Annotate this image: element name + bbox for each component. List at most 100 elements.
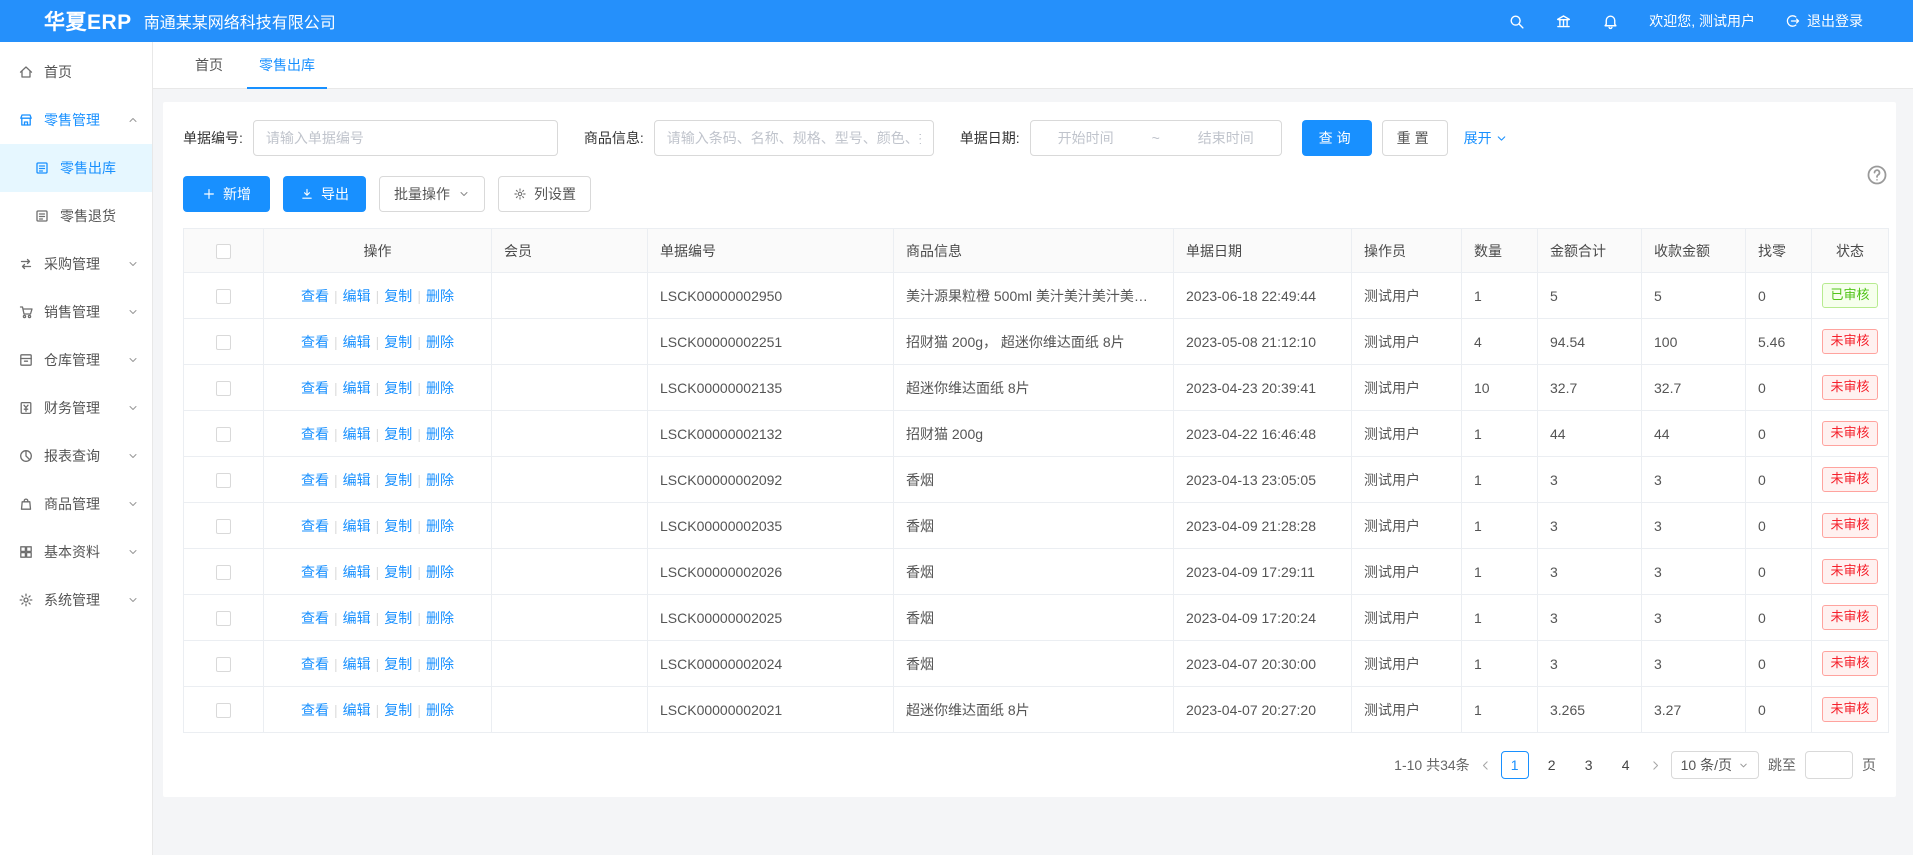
row-action-copy-link[interactable]: 复制	[384, 564, 412, 580]
row-action-view-link[interactable]: 查看	[301, 610, 329, 626]
row-action-edit-link[interactable]: 编辑	[343, 334, 371, 350]
notifications-icon[interactable]	[1602, 13, 1619, 30]
page-number-2[interactable]: 2	[1538, 751, 1566, 779]
row-action-view-link[interactable]: 查看	[301, 656, 329, 672]
tab-1[interactable]: 首页	[177, 42, 241, 88]
row-checkbox[interactable]	[216, 427, 231, 442]
row-action-delete-link[interactable]: 删除	[426, 518, 454, 534]
row-action-copy-link[interactable]: 复制	[384, 472, 412, 488]
row-action-edit-link[interactable]: 编辑	[343, 426, 371, 442]
row-actions-cell: 查看|编辑|复制|删除	[264, 365, 492, 411]
row-action-view-link[interactable]: 查看	[301, 564, 329, 580]
export-button[interactable]: 导出	[283, 176, 366, 212]
row-action-delete-link[interactable]: 删除	[426, 288, 454, 304]
date-cell: 2023-04-07 20:30:00	[1174, 641, 1352, 687]
row-checkbox[interactable]	[216, 519, 231, 534]
logout-button[interactable]: 退出登录	[1785, 11, 1863, 31]
row-action-view-link[interactable]: 查看	[301, 472, 329, 488]
sidebar-item-1[interactable]: 首页	[0, 48, 152, 96]
row-action-edit-link[interactable]: 编辑	[343, 610, 371, 626]
row-action-view-link[interactable]: 查看	[301, 380, 329, 396]
row-action-edit-link[interactable]: 编辑	[343, 380, 371, 396]
row-checkbox[interactable]	[216, 381, 231, 396]
expand-link[interactable]: 展开	[1464, 128, 1508, 148]
search-button[interactable]: 查询	[1302, 120, 1372, 156]
page-size-select[interactable]: 10 条/页	[1671, 751, 1759, 779]
row-action-edit-link[interactable]: 编辑	[343, 288, 371, 304]
row-action-copy-link[interactable]: 复制	[384, 380, 412, 396]
row-action-delete-link[interactable]: 删除	[426, 610, 454, 626]
row-action-delete-link[interactable]: 删除	[426, 380, 454, 396]
row-checkbox[interactable]	[216, 611, 231, 626]
sidebar-item-9[interactable]: 报表查询	[0, 432, 152, 480]
row-action-edit-link[interactable]: 编辑	[343, 656, 371, 672]
row-action-view-link[interactable]: 查看	[301, 702, 329, 718]
row-action-copy-link[interactable]: 复制	[384, 426, 412, 442]
row-action-view-link[interactable]: 查看	[301, 334, 329, 350]
qty-cell: 1	[1462, 549, 1538, 595]
status-badge: 未审核	[1822, 421, 1877, 446]
status-cell: 未审核	[1812, 319, 1889, 365]
sidebar-item-5[interactable]: 采购管理	[0, 240, 152, 288]
bill-date-label: 单据日期:	[960, 128, 1020, 148]
page-number-4[interactable]: 4	[1612, 751, 1640, 779]
sidebar-item-2[interactable]: 零售管理	[0, 96, 152, 144]
sidebar-item-10[interactable]: 商品管理	[0, 480, 152, 528]
bill-no-input[interactable]	[253, 120, 558, 156]
row-action-copy-link[interactable]: 复制	[384, 610, 412, 626]
row-action-view-link[interactable]: 查看	[301, 288, 329, 304]
add-button[interactable]: 新增	[183, 176, 270, 212]
row-action-edit-link[interactable]: 编辑	[343, 702, 371, 718]
chevron-down-icon	[127, 594, 139, 606]
row-action-copy-link[interactable]: 复制	[384, 702, 412, 718]
tab-2[interactable]: 零售出库	[241, 42, 333, 88]
row-action-edit-link[interactable]: 编辑	[343, 518, 371, 534]
jump-to-page-input[interactable]	[1805, 751, 1853, 779]
row-checkbox[interactable]	[216, 565, 231, 580]
sidebar-item-12[interactable]: 系统管理	[0, 576, 152, 624]
sidebar-item-6[interactable]: 销售管理	[0, 288, 152, 336]
column-header: 状态	[1812, 229, 1889, 273]
sidebar-item-8[interactable]: 财务管理	[0, 384, 152, 432]
action-separator: |	[376, 656, 380, 672]
platform-icon[interactable]	[1555, 13, 1572, 30]
select-all-checkbox[interactable]	[216, 244, 231, 259]
help-icon[interactable]	[1866, 164, 1888, 186]
status-cell: 未审核	[1812, 595, 1889, 641]
sidebar-item-3[interactable]: 零售出库	[0, 144, 152, 192]
page-number-1[interactable]: 1	[1501, 751, 1529, 779]
row-action-copy-link[interactable]: 复制	[384, 334, 412, 350]
row-checkbox[interactable]	[216, 473, 231, 488]
row-checkbox[interactable]	[216, 657, 231, 672]
sidebar-item-11[interactable]: 基本资料	[0, 528, 152, 576]
row-action-edit-link[interactable]: 编辑	[343, 472, 371, 488]
search-icon[interactable]	[1508, 13, 1525, 30]
row-checkbox[interactable]	[216, 289, 231, 304]
row-action-edit-link[interactable]: 编辑	[343, 564, 371, 580]
page-number-3[interactable]: 3	[1575, 751, 1603, 779]
row-action-delete-link[interactable]: 删除	[426, 426, 454, 442]
row-action-copy-link[interactable]: 复制	[384, 656, 412, 672]
column-settings-button[interactable]: 列设置	[498, 176, 591, 212]
row-action-copy-link[interactable]: 复制	[384, 288, 412, 304]
prev-page-icon[interactable]	[1479, 759, 1492, 772]
date-range-picker[interactable]: 开始时间 ~ 结束时间	[1030, 120, 1282, 156]
row-select-cell	[184, 273, 264, 319]
reset-button[interactable]: 重置	[1382, 120, 1448, 156]
sidebar-item-7[interactable]: 仓库管理	[0, 336, 152, 384]
row-checkbox[interactable]	[216, 335, 231, 350]
row-action-delete-link[interactable]: 删除	[426, 564, 454, 580]
next-page-icon[interactable]	[1649, 759, 1662, 772]
product-info-input[interactable]	[654, 120, 934, 156]
operator-cell: 测试用户	[1352, 457, 1462, 503]
row-action-delete-link[interactable]: 删除	[426, 334, 454, 350]
row-action-delete-link[interactable]: 删除	[426, 472, 454, 488]
sidebar-item-4[interactable]: 零售退货	[0, 192, 152, 240]
row-action-copy-link[interactable]: 复制	[384, 518, 412, 534]
batch-actions-button[interactable]: 批量操作	[379, 176, 485, 212]
row-checkbox[interactable]	[216, 703, 231, 718]
row-action-delete-link[interactable]: 删除	[426, 702, 454, 718]
row-action-view-link[interactable]: 查看	[301, 426, 329, 442]
row-action-delete-link[interactable]: 删除	[426, 656, 454, 672]
row-action-view-link[interactable]: 查看	[301, 518, 329, 534]
